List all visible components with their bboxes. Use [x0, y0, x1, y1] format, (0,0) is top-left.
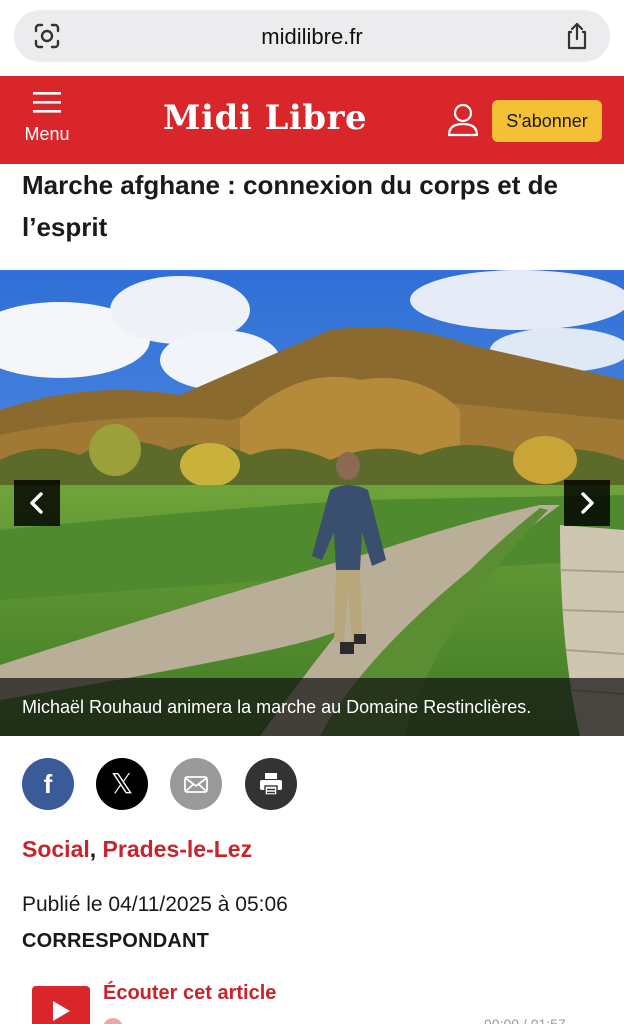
photo-prev-button[interactable] [14, 480, 60, 526]
hamburger-icon [33, 92, 61, 113]
site-logo[interactable]: Midi Libre [150, 98, 380, 138]
article-photo: Michaël Rouhaud animera la marche au Dom… [0, 270, 624, 736]
article-author: CORRESPONDANT [22, 930, 210, 952]
play-icon [53, 1001, 70, 1021]
site-header: Menu Midi Libre S'abonner [0, 76, 624, 164]
audio-play-button[interactable] [32, 986, 90, 1024]
article-title: Marche afghane : connexion du corps et d… [22, 170, 558, 242]
share-facebook-button[interactable]: f [22, 758, 74, 810]
print-button[interactable] [245, 758, 297, 810]
user-account-icon[interactable] [446, 102, 480, 138]
category-separator: , [89, 836, 97, 862]
photo-caption: Michaël Rouhaud animera la marche au Dom… [0, 678, 624, 736]
share-email-button[interactable] [170, 758, 222, 810]
photo-image [0, 270, 624, 736]
category-link-prades-le-lez[interactable]: Prades-le-Lez [103, 836, 253, 862]
chevron-left-icon [30, 492, 43, 514]
envelope-icon [184, 776, 208, 793]
subscribe-button[interactable]: S'abonner [492, 100, 602, 142]
facebook-icon: f [43, 769, 53, 799]
share-icon[interactable] [562, 21, 592, 51]
chevron-right-icon [581, 492, 594, 514]
audio-time: 00:00 / 01:57 [484, 1016, 566, 1024]
menu-button[interactable]: Menu [14, 86, 80, 156]
photo-next-button[interactable] [564, 480, 610, 526]
url-text[interactable]: midilibre.fr [14, 24, 610, 50]
printer-icon [260, 773, 282, 796]
article-categories: Social, Prades-le-Lez [22, 836, 252, 863]
menu-label: Menu [24, 124, 70, 144]
listen-article-label[interactable]: Écouter cet article [103, 982, 276, 1005]
category-link-social[interactable]: Social [22, 836, 90, 862]
address-bar[interactable]: midilibre.fr [14, 10, 610, 62]
browser-toolbar: midilibre.fr [0, 0, 624, 76]
share-x-button[interactable]: 𝕏 [96, 758, 148, 810]
published-date: Publié le 04/11/2025 à 05:06 [22, 893, 288, 916]
x-logo-icon: 𝕏 [110, 767, 134, 800]
audio-progress-handle[interactable] [103, 1018, 123, 1024]
